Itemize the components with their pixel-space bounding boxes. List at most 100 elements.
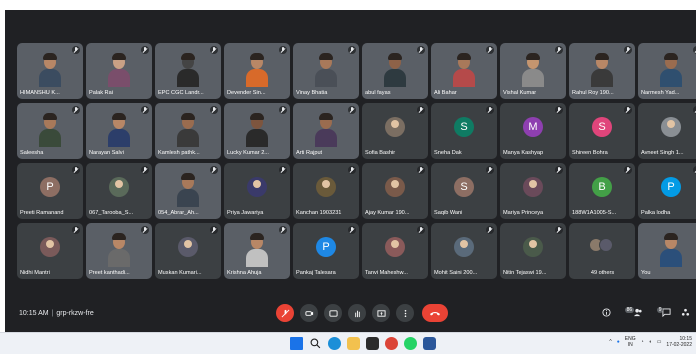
participant-tile[interactable]: S Sneha Dak [431,103,497,159]
windows-start-icon[interactable] [290,337,303,350]
participant-tile[interactable]: Preet kanthadi... [86,223,152,279]
file-explorer-icon[interactable] [347,337,360,350]
language-indicator[interactable]: ENG IN [625,336,636,348]
participant-tile[interactable]: S Saqib Wani [431,163,497,219]
participant-tile[interactable]: Devender Sin... [224,43,290,99]
chat-button[interactable]: 9 [653,307,671,319]
mic-muted-icon [624,166,632,174]
people-button[interactable]: 86 [621,307,643,319]
participant-tile[interactable]: Vinay Bhatia [293,43,359,99]
participant-name: 067_Tarooba_S... [89,210,134,216]
participant-tile[interactable]: Kamlesh pathk... [155,103,221,159]
participant-tile[interactable]: Mohit Saini 200... [431,223,497,279]
avatar [385,237,405,257]
captions-button[interactable] [324,304,342,322]
participant-tile[interactable]: HIMANSHU K... [17,43,83,99]
raise-hand-button[interactable] [348,304,366,322]
more-options-button[interactable] [396,304,414,322]
mic-muted-icon [624,106,632,114]
participant-tile[interactable]: Saleesha [17,103,83,159]
participant-tile[interactable]: P Preeti Ramanand [17,163,83,219]
end-call-button[interactable] [422,304,448,322]
video-hair [250,233,264,240]
participant-tile[interactable]: M Manya Kashyap [500,103,566,159]
present-button[interactable] [372,304,390,322]
participant-name: Pankaj Talesara [296,270,336,276]
participant-tile[interactable]: Vishal Kumar [500,43,566,99]
participant-name: Mohit Saini 200... [434,270,478,276]
chrome-icon[interactable] [385,337,398,350]
volume-icon[interactable]: ◖ [649,339,652,345]
participant-tile[interactable]: Kanchan 1903231 [293,163,359,219]
tray-chevron-icon[interactable]: ^ [609,339,611,345]
participant-name: Kamlesh pathk... [158,150,200,156]
edge-browser-icon[interactable] [328,337,341,350]
word-icon[interactable] [423,337,436,350]
participant-tile[interactable]: P Palka lodha [638,163,696,219]
video-body [453,69,475,87]
participant-name: 188W1A1005-S... [572,210,617,216]
participant-tile[interactable]: Ajay Kumar 190... [362,163,428,219]
participant-tile[interactable]: Nitin Tejaswi 19... [500,223,566,279]
wifi-icon[interactable]: ◔ [641,339,644,345]
participant-tile[interactable]: Ali Bahar [431,43,497,99]
participant-tile[interactable]: You [638,223,696,279]
mic-muted-icon [72,166,80,174]
participant-tile[interactable]: Narayan Salvi [86,103,152,159]
participant-tile[interactable]: Palak Rai [86,43,152,99]
participant-name: Avneet Singh 1... [641,150,684,156]
participant-name: Devender Sin... [227,90,266,96]
video-body [315,69,337,87]
participant-tile[interactable]: 054_Abrar_Ah... [155,163,221,219]
participant-tile[interactable]: P Pankaj Talesara [293,223,359,279]
meeting-code: grp-rkzw-fre [56,310,94,317]
participant-name: Arti Rajput [296,150,323,156]
participant-name: Manya Kashyap [503,150,544,156]
participant-tile[interactable]: Lucky Kumar 2... [224,103,290,159]
participant-tile[interactable]: Tanvi Maheshw... [362,223,428,279]
participant-tile[interactable]: Narmesh Yad... [638,43,696,99]
participant-tile[interactable]: Nidhi Mantri [17,223,83,279]
mic-muted-icon [72,46,80,54]
battery-icon[interactable]: ▭ [657,339,662,345]
participant-tile[interactable]: Avneet Singh 1... [638,103,696,159]
taskbar-clock[interactable]: 10:15 17-02-2022 [666,336,692,348]
avatar [454,237,474,257]
participant-tile[interactable]: Priya Jawariya [224,163,290,219]
video-hair [664,53,678,60]
participant-tile[interactable]: EPC CGC Landr... [155,43,221,99]
others-tile[interactable]: 49 others [569,223,635,279]
participant-tile[interactable]: S Shireen Bohra [569,103,635,159]
mic-toggle-button[interactable] [276,304,294,322]
participant-tile[interactable]: B 188W1A1005-S... [569,163,635,219]
info-icon [602,308,611,317]
participant-tile[interactable]: abul fayas [362,43,428,99]
participant-tile[interactable]: Sofia Bashir [362,103,428,159]
search-icon[interactable] [309,337,322,350]
participant-name: Narmesh Yad... [641,90,680,96]
store-icon[interactable] [366,337,379,350]
participant-name: Nitin Tejaswi 19... [503,270,547,276]
participant-tile[interactable]: Rahul Roy 190... [569,43,635,99]
info-button[interactable] [602,308,611,319]
mic-muted-icon [279,226,287,234]
activities-button[interactable] [681,308,690,319]
others-avatar-stack [589,238,615,254]
participant-tile[interactable]: 067_Tarooba_S... [86,163,152,219]
mic-muted-icon [486,46,494,54]
whatsapp-icon[interactable] [404,337,417,350]
camera-toggle-button[interactable] [300,304,318,322]
avatar [599,238,613,252]
video-hair [43,113,57,120]
participant-video [384,53,406,87]
video-hair [112,233,126,240]
video-hair [664,233,678,240]
participant-tile[interactable]: Krishna Ahuja [224,223,290,279]
participant-tile[interactable]: Arti Rajput [293,103,359,159]
participant-tile[interactable]: Muskan Kumari... [155,223,221,279]
bluetooth-icon[interactable]: ● [617,339,620,345]
letter-avatar: M [523,117,543,137]
participant-tile[interactable]: Mariya Princeya [500,163,566,219]
mic-muted-icon [555,106,563,114]
video-hair [112,113,126,120]
